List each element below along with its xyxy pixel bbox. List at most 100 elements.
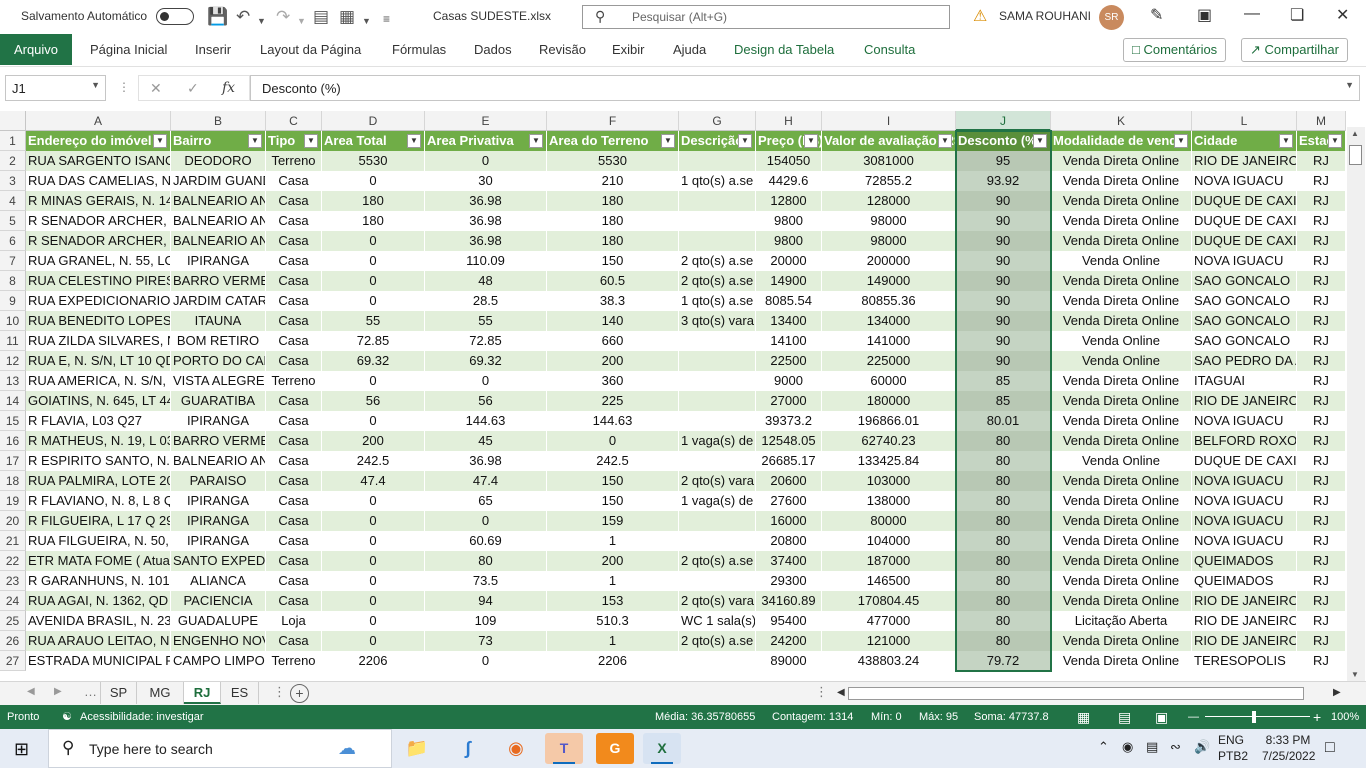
table-cell[interactable]: TERESOPOLIS	[1192, 651, 1297, 671]
table-cell[interactable]: RUA CELESTINO PIRES, N	[26, 271, 171, 291]
zoom-level[interactable]: 100%	[1331, 705, 1359, 729]
table-cell[interactable]: GUARATIBA	[171, 391, 266, 411]
table-cell[interactable]: Casa	[266, 251, 322, 271]
table-cell[interactable]: 180	[322, 191, 425, 211]
table-cell[interactable]: ESTRADA MUNICIPAL PE	[26, 651, 171, 671]
table-cell[interactable]: 95400	[756, 611, 822, 631]
table-cell[interactable]: RUA GRANEL, N. 55, LOT	[26, 251, 171, 271]
table-cell[interactable]: 60.69	[425, 531, 547, 551]
table-cell[interactable]: Casa	[266, 191, 322, 211]
table-cell[interactable]: SAO GONCALO	[1192, 311, 1297, 331]
table-cell[interactable]: Venda Direta Online	[1051, 391, 1192, 411]
vscode-icon[interactable]: ∫	[449, 733, 487, 764]
tab-consulta[interactable]: Consulta	[864, 42, 915, 57]
table-cell[interactable]: JARDIM CATARIN	[171, 291, 266, 311]
table-cell[interactable]: 30	[425, 171, 547, 191]
table-cell[interactable]: 0	[322, 251, 425, 271]
filter-dropdown-icon[interactable]: ▼	[1033, 134, 1047, 148]
column-header-l[interactable]: L	[1192, 111, 1297, 131]
table-cell[interactable]: 0	[322, 611, 425, 631]
table-cell[interactable]: 56	[425, 391, 547, 411]
table-cell[interactable]: BARRO VERMELH	[171, 431, 266, 451]
add-sheet-button[interactable]: +	[290, 684, 309, 703]
table-cell[interactable]: 0	[547, 431, 679, 451]
table-cell[interactable]: 0	[322, 591, 425, 611]
table-cell[interactable]: Terreno	[266, 371, 322, 391]
insert-function-icon[interactable]: fx	[222, 80, 235, 96]
table-cell[interactable]: IPIRANGA	[171, 251, 266, 271]
table-cell[interactable]: 98000	[822, 211, 956, 231]
table-cell[interactable]: ITAGUAI	[1192, 371, 1297, 391]
table-cell[interactable]: 55	[425, 311, 547, 331]
table-cell[interactable]: SAO GONCALO	[1192, 271, 1297, 291]
table-cell[interactable]: 2206	[547, 651, 679, 671]
table-cell[interactable]: R MINAS GERAIS, N. 146	[26, 191, 171, 211]
table-cell[interactable]: 94	[425, 591, 547, 611]
table-cell[interactable]: 12548.05	[756, 431, 822, 451]
column-header-m[interactable]: M	[1297, 111, 1346, 131]
table-cell[interactable]: BALNEARIO AN.	[171, 211, 266, 231]
table-cell[interactable]: 121000	[822, 631, 956, 651]
table-cell[interactable]: Venda Direta Online	[1051, 471, 1192, 491]
table-cell[interactable]: R FLAVIANO, N. 8, L 8 Q	[26, 491, 171, 511]
table-cell[interactable]: 225000	[822, 351, 956, 371]
table-cell[interactable]: 242.5	[547, 451, 679, 471]
table-cell[interactable]: RJ	[1297, 551, 1346, 571]
table-cell[interactable]: 8085.54	[756, 291, 822, 311]
table-cell[interactable]: 56	[322, 391, 425, 411]
table-cell[interactable]: Venda Direta Online	[1051, 491, 1192, 511]
table-cell[interactable]: RUA ZILDA SILVARES, N.	[26, 331, 171, 351]
table-cell[interactable]: 0	[425, 151, 547, 171]
table-cell[interactable]: 3 qto(s) vara	[679, 311, 756, 331]
table-cell[interactable]: Casa	[266, 171, 322, 191]
filter-dropdown-icon[interactable]: ▼	[804, 134, 818, 148]
table-cell[interactable]: Venda Direta Online	[1051, 271, 1192, 291]
select-all-corner[interactable]	[0, 111, 26, 131]
tab-revisao[interactable]: Revisão	[539, 42, 586, 57]
print-preview-icon[interactable]: ▦	[339, 7, 355, 27]
column-header-c[interactable]: C	[266, 111, 322, 131]
sheet-tab-sp[interactable]: SP	[100, 682, 137, 704]
table-cell[interactable]: 22500	[756, 351, 822, 371]
table-cell[interactable]: 200000	[822, 251, 956, 271]
table-cell[interactable]: Casa	[266, 391, 322, 411]
table-header-cell[interactable]: Area Privativa ▼	[425, 131, 547, 151]
pen-icon[interactable]: ✎	[1150, 5, 1163, 25]
table-cell[interactable]: 180	[547, 191, 679, 211]
form-icon[interactable]: ▤	[313, 7, 329, 27]
row-header[interactable]: 6	[0, 231, 26, 251]
table-cell[interactable]: RUA EXPEDICIONARIO N	[26, 291, 171, 311]
table-cell[interactable]: 90	[956, 191, 1051, 211]
table-cell[interactable]: 85	[956, 371, 1051, 391]
table-cell[interactable]: 1 vaga(s) de	[679, 431, 756, 451]
table-cell[interactable]: BALNEARIO AN.	[171, 231, 266, 251]
warning-icon[interactable]: ⚠	[973, 6, 987, 26]
table-cell[interactable]: 144.63	[547, 411, 679, 431]
table-cell[interactable]: Casa	[266, 211, 322, 231]
row-header[interactable]: 12	[0, 351, 26, 371]
table-cell[interactable]: Casa	[266, 571, 322, 591]
table-cell[interactable]	[679, 451, 756, 471]
filter-dropdown-icon[interactable]: ▼	[938, 134, 952, 148]
table-cell[interactable]: 1 qto(s) a.se	[679, 291, 756, 311]
table-cell[interactable]: 0	[322, 171, 425, 191]
table-cell[interactable]: Casa	[266, 531, 322, 551]
table-cell[interactable]: DEODORO	[171, 151, 266, 171]
table-header-cell[interactable]: Valor de avaliação (R$) ▼	[822, 131, 956, 151]
hscroll-handle-icon[interactable]: ⋮	[815, 684, 828, 700]
table-cell[interactable]: R SENADOR ARCHER, N.	[26, 211, 171, 231]
table-cell[interactable]: IPIRANGA	[171, 511, 266, 531]
table-cell[interactable]: ALIANCA	[171, 571, 266, 591]
table-cell[interactable]: RUA BENEDITO LOPES D	[26, 311, 171, 331]
table-cell[interactable]: 360	[547, 371, 679, 391]
table-cell[interactable]: ENGENHO NOVO	[171, 631, 266, 651]
table-cell[interactable]: 154050	[756, 151, 822, 171]
table-cell[interactable]: 0	[425, 651, 547, 671]
page-layout-icon[interactable]: ▤	[1118, 705, 1131, 729]
table-cell[interactable]: QUEIMADOS	[1192, 571, 1297, 591]
table-cell[interactable]: SAO PEDRO DA A	[1192, 351, 1297, 371]
table-cell[interactable]: 80	[956, 511, 1051, 531]
tab-pagina-inicial[interactable]: Página Inicial	[90, 42, 167, 57]
table-cell[interactable]: Venda Direta Online	[1051, 551, 1192, 571]
tab-formulas[interactable]: Fórmulas	[392, 42, 446, 57]
